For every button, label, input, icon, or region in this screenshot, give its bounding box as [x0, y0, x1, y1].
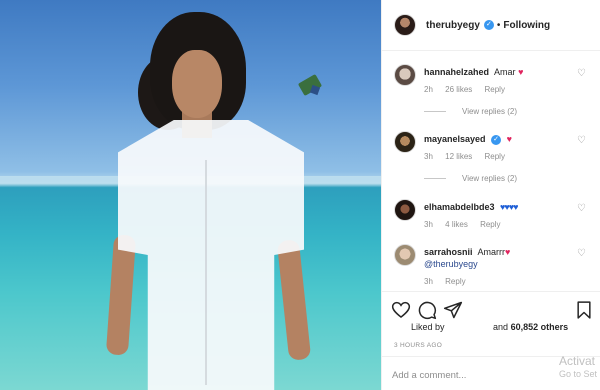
- divider-line: [424, 111, 446, 112]
- verified-badge-icon: ✓: [491, 134, 502, 145]
- reply-button[interactable]: Reply: [485, 152, 505, 161]
- commenter-username[interactable]: sarrahosnii: [424, 247, 473, 257]
- comment-text: Amarrr: [477, 247, 506, 257]
- comment-time: 2h: [424, 85, 433, 94]
- commenter-avatar[interactable]: [394, 131, 416, 153]
- commenter-avatar[interactable]: [394, 199, 416, 221]
- comment-item: sarrahosnii Amarrr♥ @therubyegy 3h Reply…: [394, 244, 600, 291]
- comment-time: 3h: [424, 220, 433, 229]
- kite-tail: [309, 84, 321, 96]
- comment-like-heart-icon[interactable]: ♡: [577, 203, 586, 214]
- comments-list: hannahelzahed Amar ♥ 2h 26 likes Reply ♡…: [382, 51, 600, 291]
- comment-text: Amar: [494, 67, 516, 77]
- reply-button[interactable]: Reply: [480, 220, 500, 229]
- post-photo[interactable]: [0, 0, 381, 390]
- red-heart-emoji: ♥: [505, 247, 511, 257]
- commenter-username[interactable]: mayanelsayed: [424, 134, 486, 144]
- comment-like-heart-icon[interactable]: ♡: [577, 135, 586, 146]
- comment-item: hannahelzahed Amar ♥ 2h 26 likes Reply ♡…: [394, 64, 600, 129]
- author-avatar[interactable]: [394, 14, 416, 36]
- watermark-line-2: Go to Set: [559, 369, 598, 379]
- arm-right: [276, 239, 312, 361]
- comment-likes[interactable]: 26 likes: [445, 85, 472, 94]
- view-replies-link[interactable]: View replies (2): [424, 174, 517, 183]
- mention-link[interactable]: @therubyegy: [424, 258, 576, 270]
- comment-meta: 3h Reply: [424, 277, 476, 286]
- author-username[interactable]: therubyegy: [426, 20, 480, 31]
- commenter-avatar[interactable]: [394, 244, 416, 266]
- comment-like-heart-icon[interactable]: ♡: [577, 248, 586, 259]
- commenter-avatar[interactable]: [394, 64, 416, 86]
- view-replies-link[interactable]: View replies (2): [424, 107, 517, 116]
- comment-likes[interactable]: 4 likes: [445, 220, 468, 229]
- likes-count-link[interactable]: 60,852 others: [511, 322, 569, 332]
- face: [172, 50, 222, 118]
- blue-hearts-emoji: ♥♥♥♥: [500, 202, 518, 212]
- comment-time: 3h: [424, 152, 433, 161]
- commenter-username[interactable]: hannahelzahed: [424, 67, 489, 77]
- bookmark-icon[interactable]: [574, 300, 594, 320]
- post-side-panel: therubyegy ✓ • Following hannahelzahed A…: [381, 0, 600, 390]
- post-timestamp[interactable]: 3 HOURS AGO: [394, 342, 442, 349]
- comment-meta: 3h 4 likes Reply: [424, 220, 511, 229]
- comment-like-heart-icon[interactable]: ♡: [577, 68, 586, 79]
- windows-activation-watermark: Activat Go to Set: [559, 355, 597, 381]
- divider-line: [424, 178, 446, 179]
- commenter-username[interactable]: elhamabdelbde3: [424, 202, 495, 212]
- white-shirt: [118, 120, 304, 390]
- heart-outline-icon[interactable]: [391, 300, 411, 320]
- comment-meta: 3h 12 likes Reply: [424, 152, 515, 161]
- verified-badge-icon: ✓: [483, 20, 494, 30]
- arm-left: [105, 234, 137, 356]
- comment-meta: 2h 26 likes Reply: [424, 85, 515, 94]
- comment-item: mayanelsayed ✓ ♥ 3h 12 likes Reply ♡ Vie…: [394, 131, 600, 191]
- paper-plane-icon[interactable]: [443, 300, 463, 320]
- red-heart-emoji: ♥: [518, 67, 524, 77]
- following-button[interactable]: Following: [503, 20, 550, 31]
- comment-likes[interactable]: 12 likes: [445, 152, 472, 161]
- comment-bubble-icon[interactable]: [417, 300, 437, 320]
- reply-button[interactable]: Reply: [445, 277, 465, 286]
- comment-time: 3h: [424, 277, 433, 286]
- post-header: therubyegy ✓ • Following: [382, 0, 600, 51]
- reply-button[interactable]: Reply: [485, 85, 505, 94]
- red-heart-emoji: ♥: [506, 134, 512, 144]
- separator: •: [496, 19, 501, 31]
- likes-summary: Liked by and 60,852 others: [411, 322, 568, 332]
- watermark-line-1: Activat: [559, 354, 596, 368]
- view-replies-label: View replies (2): [462, 107, 517, 116]
- liked-by-label: Liked by: [411, 322, 445, 332]
- comment-item: elhamabdelbde3 ♥♥♥♥ 3h 4 likes Reply ♡: [394, 199, 600, 239]
- view-replies-label: View replies (2): [462, 174, 517, 183]
- liked-by-and: and: [493, 322, 509, 332]
- shirt-placket: [205, 160, 207, 385]
